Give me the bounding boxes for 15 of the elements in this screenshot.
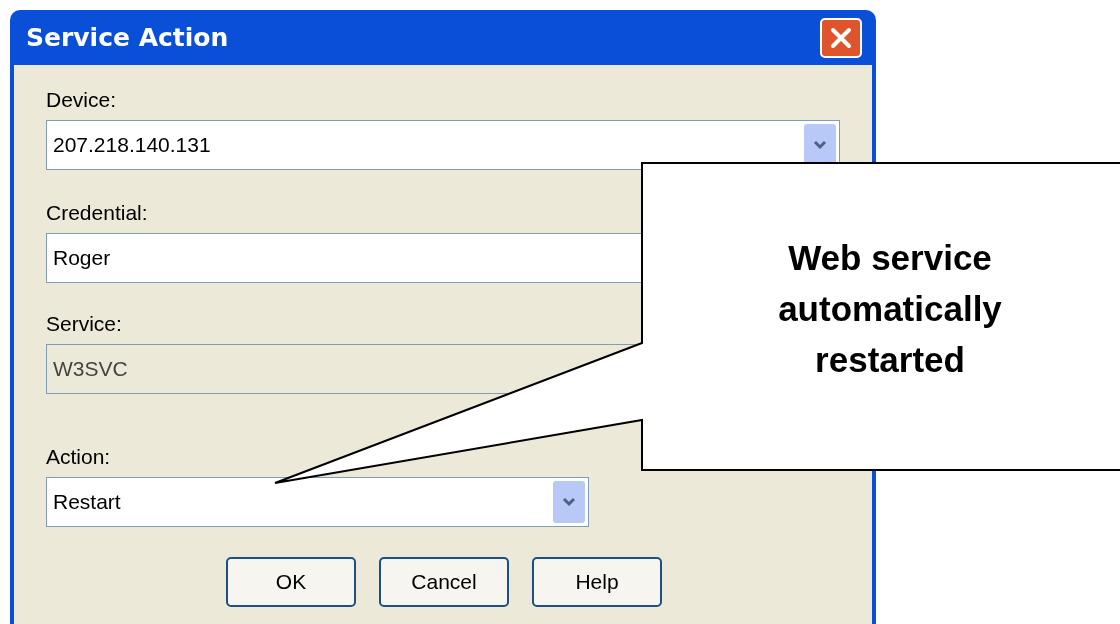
callout-text: Web service automatically restarted: [777, 237, 1003, 381]
close-icon: [830, 26, 852, 49]
chevron-down-icon: [562, 497, 576, 507]
field-label: Device:: [46, 87, 118, 112]
field-label: Action:: [46, 444, 112, 469]
field-label: Credential:: [46, 200, 149, 225]
close-button[interactable]: [820, 17, 862, 58]
dialog-button[interactable]: OK: [226, 557, 356, 607]
dialog-button[interactable]: Help: [532, 557, 662, 607]
chevron-down-icon: [813, 140, 827, 150]
dialog-button[interactable]: Cancel: [379, 557, 509, 607]
window-title: Service Action: [26, 21, 229, 54]
text-field[interactable]: Roger: [46, 233, 643, 283]
dropdown-field[interactable]: 207.218.140.131: [46, 120, 840, 170]
dropdown-field[interactable]: Restart: [46, 477, 589, 527]
